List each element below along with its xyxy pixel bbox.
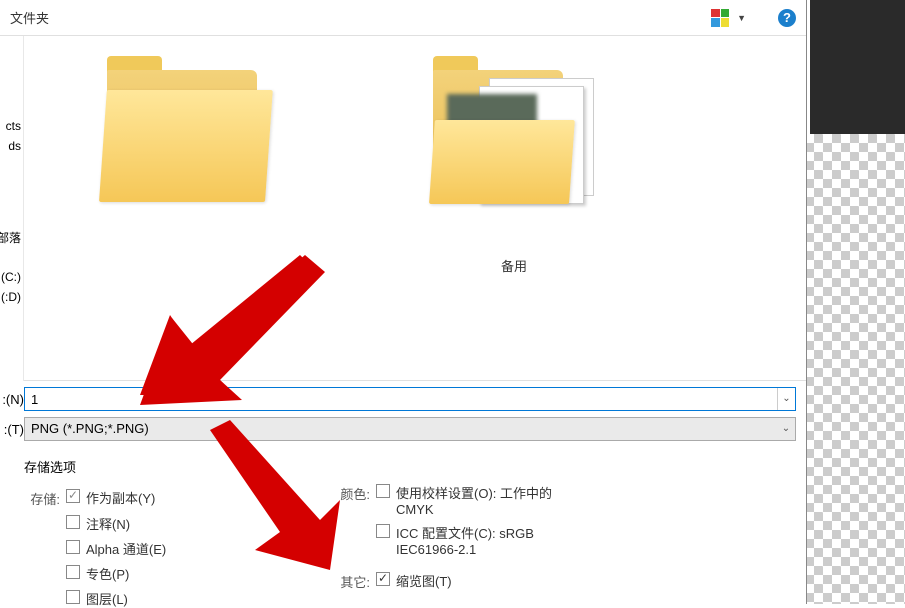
proof-label: 使用校样设置(O): 工作中的 CMYK — [396, 483, 586, 517]
alpha-label: Alpha 通道(E) — [86, 539, 166, 558]
color-sublabel: 颜色: — [334, 483, 370, 503]
as-copy-checkbox[interactable] — [66, 489, 80, 503]
filetype-select[interactable]: PNG (*.PNG;*.PNG) ⌄ — [24, 417, 796, 441]
other-sublabel: 其它: — [334, 571, 370, 591]
folder-item[interactable]: 备用 — [414, 56, 614, 360]
file-fields: (N): ⌄ (T): PNG (*.PNG;*.PNG) ⌄ — [0, 381, 806, 441]
help-icon[interactable]: ? — [778, 9, 796, 27]
notes-label: 注释(N) — [86, 514, 130, 533]
layers-label: 图层(L) — [86, 589, 128, 608]
save-sublabel: 存储: — [24, 488, 60, 508]
alpha-checkbox[interactable] — [66, 540, 80, 554]
filename-input-wrap[interactable]: ⌄ — [24, 387, 796, 411]
background-app — [810, 0, 905, 604]
sidebar-item[interactable]: ds — [0, 136, 23, 156]
folder-view[interactable]: 备用 — [24, 36, 806, 381]
filetype-value: PNG (*.PNG;*.PNG) — [25, 418, 777, 440]
folder-item[interactable] — [84, 56, 284, 360]
view-mode-icon[interactable] — [711, 9, 729, 27]
sidebar-item[interactable]: (D:) — [0, 287, 23, 307]
save-dialog: 文件夹 ▼ ? cts ds 系部落 s (C:) (D:) — [0, 0, 807, 604]
filetype-label: (T): — [0, 422, 24, 437]
icc-checkbox[interactable] — [376, 524, 390, 538]
proof-checkbox[interactable] — [376, 484, 390, 498]
filename-dropdown-icon[interactable]: ⌄ — [777, 388, 795, 410]
sidebar-item[interactable]: s (C:) — [0, 267, 23, 287]
folder-icon — [99, 56, 269, 206]
save-options: 存储选项 存储: 作为副本(Y) 注释(N) Alpha 通道(E) 专色(P) — [0, 447, 806, 608]
filetype-dropdown-icon[interactable]: ⌄ — [777, 418, 795, 440]
folder-icon — [429, 56, 599, 206]
dialog-toolbar: 文件夹 ▼ ? — [0, 0, 806, 36]
sidebar-item[interactable]: 系部落 — [0, 226, 23, 249]
view-mode-dropdown-icon[interactable]: ▼ — [737, 13, 746, 23]
spot-checkbox[interactable] — [66, 565, 80, 579]
new-folder-label[interactable]: 文件夹 — [10, 8, 49, 27]
transparency-checker — [805, 134, 905, 604]
notes-checkbox[interactable] — [66, 515, 80, 529]
folder-label: 备用 — [414, 256, 614, 275]
layers-checkbox[interactable] — [66, 590, 80, 604]
spot-label: 专色(P) — [86, 564, 129, 583]
sidebar-item[interactable]: cts — [0, 116, 23, 136]
thumbnail-label: 缩览图(T) — [396, 571, 452, 590]
filename-label: (N): — [0, 392, 24, 407]
location-sidebar: cts ds 系部落 s (C:) (D:) — [0, 36, 24, 381]
as-copy-label: 作为副本(Y) — [86, 488, 155, 507]
icc-label: ICC 配置文件(C): sRGB IEC61966-2.1 — [396, 523, 586, 557]
options-title: 存储选项 — [24, 457, 334, 476]
thumbnail-checkbox[interactable] — [376, 572, 390, 586]
filename-input[interactable] — [25, 388, 777, 410]
